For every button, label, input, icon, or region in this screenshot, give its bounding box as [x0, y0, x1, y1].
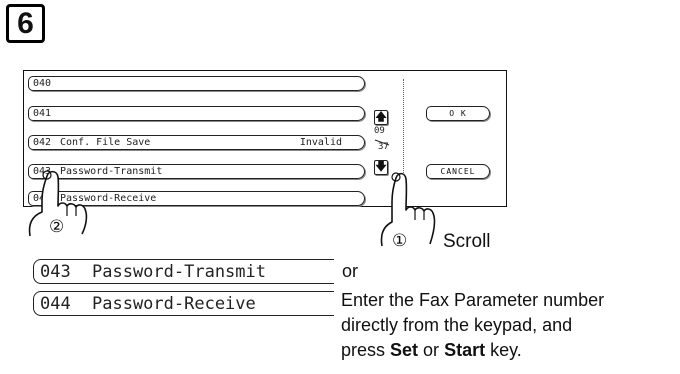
param-number: 041 [33, 108, 52, 119]
page-current: 09 [374, 126, 385, 136]
step-number-badge: 6 [6, 4, 45, 43]
instruction-key: key. [485, 340, 522, 360]
scroll-label: Scroll [443, 231, 491, 252]
param-name: Conf. File Save [60, 137, 151, 148]
page-indicator: 09 37 [373, 126, 391, 159]
param-name: Password-Transmit [92, 261, 266, 282]
param-number: 042 [33, 137, 52, 148]
instruction-line-2: directly from the keypad, and [341, 315, 573, 335]
instruction-press: press [341, 340, 391, 360]
pointing-hand-icon-right [380, 172, 436, 247]
param-number: 043 [40, 261, 71, 282]
display-example-043: 043 Password-Transmit [33, 259, 334, 284]
param-row-041[interactable]: 041 [28, 106, 365, 121]
step-marker-1: ① [392, 231, 408, 251]
page-total: 37 [378, 142, 389, 152]
param-number: 044 [40, 293, 71, 314]
instruction-line-1: Enter the Fax Parameter number [341, 290, 605, 310]
param-row-040[interactable]: 040 [28, 76, 365, 91]
param-row-042[interactable]: 042 Conf. File Save Invalid [28, 135, 365, 150]
scroll-up-button[interactable]: 🡅 [374, 110, 388, 125]
instruction-line-3: press Set or Start key. [341, 338, 677, 363]
instruction-or: or [418, 340, 445, 360]
param-value: Invalid [299, 137, 342, 148]
instruction-text: Enter the Fax Parameter number directly … [341, 288, 677, 363]
ok-button[interactable]: O K [426, 106, 490, 121]
param-number: 040 [33, 78, 52, 89]
display-example-044: 044 Password-Receive [33, 291, 334, 316]
up-arrow-icon: 🡅 [375, 110, 387, 123]
set-key-label: Set [390, 340, 419, 360]
pointing-hand-icon-left [28, 170, 88, 237]
param-name: Password-Receive [92, 293, 256, 314]
start-key-label: Start [444, 340, 486, 360]
step-marker-2: ② [49, 217, 65, 237]
or-label: or [342, 261, 359, 281]
